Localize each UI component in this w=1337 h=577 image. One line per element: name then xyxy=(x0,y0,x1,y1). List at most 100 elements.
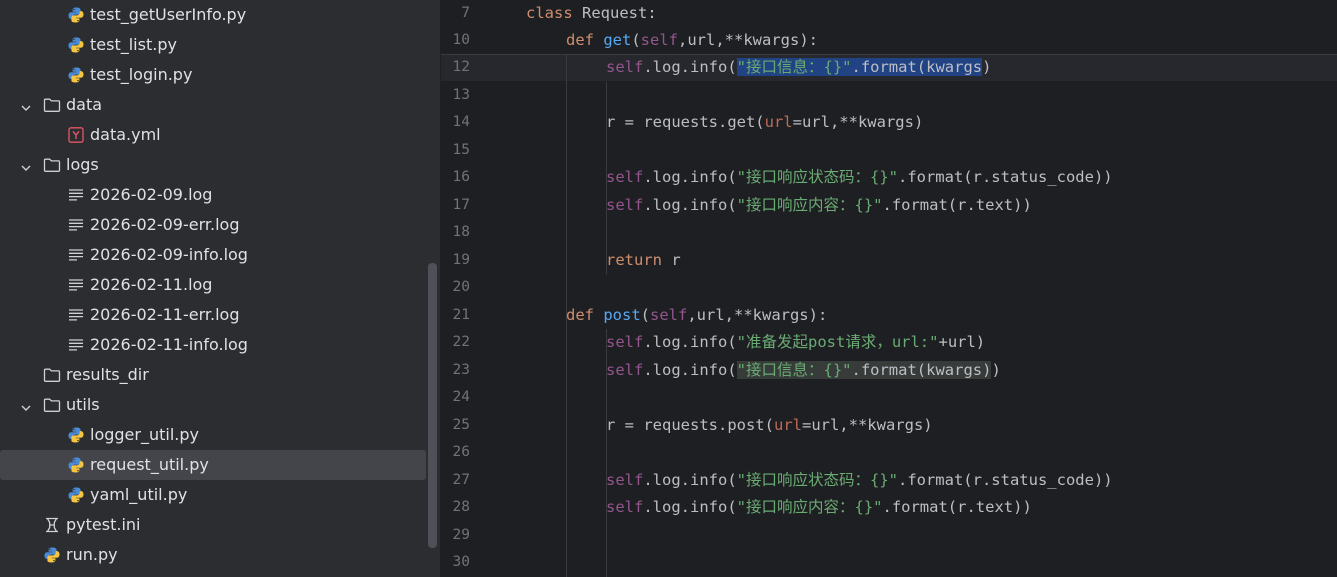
tree-file-data-yml[interactable]: data.yml xyxy=(0,120,426,150)
code-line[interactable]: 23 self.log.info("接口信息：{}".format(kwargs)… xyxy=(441,357,1337,384)
code-token: ( xyxy=(631,31,641,49)
tree-file-yaml-util-py[interactable]: yaml_util.py xyxy=(0,480,426,510)
code-token: =url,**kwargs) xyxy=(792,113,924,131)
tree-file-test-getuserinfo-py[interactable]: test_getUserInfo.py xyxy=(0,0,426,30)
line-number: 13 xyxy=(452,87,470,103)
line-number: 22 xyxy=(452,334,470,350)
code-line[interactable]: 26 xyxy=(441,439,1337,466)
tree-file-run-py[interactable]: run.py xyxy=(0,540,426,570)
code-editor[interactable]: 7 class Request: 10 def get(self,url,**kwar… xyxy=(441,0,1337,577)
tree-file-pytest-ini[interactable]: pytest.ini xyxy=(0,510,426,540)
code-token: def xyxy=(566,31,604,49)
line-number: 10 xyxy=(452,32,470,48)
code-token: ,url,**kwargs): xyxy=(687,306,828,324)
code-line[interactable]: 19 return r xyxy=(441,247,1337,274)
code-token: Request: xyxy=(582,4,657,22)
line-number: 30 xyxy=(452,554,470,570)
code-line[interactable]: 12 self.log.info("接口信息：{}".format(kwargs) xyxy=(441,54,1337,81)
code-token: r xyxy=(671,251,681,269)
indent-guide xyxy=(606,329,607,577)
tree-file-2026-02-09-log[interactable]: 2026-02-09.log xyxy=(0,180,426,210)
code-text: self.log.info("接口响应状态码：{}".format(r.stat… xyxy=(606,467,1113,494)
line-number: 14 xyxy=(452,114,470,130)
python-file-icon xyxy=(43,546,61,564)
code-line[interactable]: 10 def get(self,url,**kwargs): xyxy=(441,27,1337,54)
tree-item-label: 2026-02-11.log xyxy=(90,275,213,294)
code-text: self.log.info("接口响应内容：{}".format(r.text)… xyxy=(606,494,1032,521)
indent-guide xyxy=(606,82,607,274)
tree-file-2026-02-11-info-log[interactable]: 2026-02-11-info.log xyxy=(0,330,426,360)
code-line[interactable]: 21 def post(self,url,**kwargs): xyxy=(441,302,1337,329)
code-line[interactable]: 27 self.log.info("接口响应状态码：{}".format(r.st… xyxy=(441,467,1337,494)
tree-folder-logs[interactable]: logs xyxy=(0,150,426,180)
chevron-down-icon[interactable] xyxy=(20,159,32,171)
line-number: 18 xyxy=(452,224,470,240)
code-token: get xyxy=(603,31,632,49)
tree-item-label: run.py xyxy=(66,545,118,564)
code-token: self xyxy=(640,31,678,49)
tree-file-test-list-py[interactable]: test_list.py xyxy=(0,30,426,60)
code-line[interactable]: 14 r = requests.get(url=url,**kwargs) xyxy=(441,109,1337,136)
code-line[interactable]: 25 r = requests.post(url=url,**kwargs) xyxy=(441,412,1337,439)
line-number: 21 xyxy=(452,307,470,323)
tree-item-label: pytest.ini xyxy=(66,515,141,534)
chevron-down-icon[interactable] xyxy=(20,399,32,411)
code-token: self xyxy=(650,306,688,324)
tree-file-logger-util-py[interactable]: logger_util.py xyxy=(0,420,426,450)
code-token: self xyxy=(606,498,644,516)
code-token: self xyxy=(606,333,644,351)
python-file-icon xyxy=(67,36,85,54)
python-file-icon xyxy=(67,456,85,474)
tree-file-2026-02-11-err-log[interactable]: 2026-02-11-err.log xyxy=(0,300,426,330)
code-text: return r xyxy=(606,247,681,274)
code-line[interactable]: 17 self.log.info("接口响应内容：{}".format(r.tex… xyxy=(441,192,1337,219)
tree-item-label: data xyxy=(66,95,103,114)
code-token: ) xyxy=(982,58,992,76)
tree-file-2026-02-09-info-log[interactable]: 2026-02-09-info.log xyxy=(0,240,426,270)
code-text: self.log.info("接口信息：{}".format(kwargs) xyxy=(606,54,991,81)
tree-item-label: data.yml xyxy=(90,125,161,144)
code-token: .format(r.status_code)) xyxy=(897,471,1113,489)
code-token: self xyxy=(606,168,644,186)
code-line[interactable]: 28 self.log.info("接口响应内容：{}".format(r.tex… xyxy=(441,494,1337,521)
folder-icon xyxy=(43,366,61,384)
folder-icon xyxy=(43,396,61,414)
tree-folder-data[interactable]: data xyxy=(0,90,426,120)
tree-file-2026-02-09-err-log[interactable]: 2026-02-09-err.log xyxy=(0,210,426,240)
code-line[interactable]: 22 self.log.info("准备发起post请求，url:"+url) xyxy=(441,329,1337,356)
tree-item-label: test_list.py xyxy=(90,35,177,54)
tree-item-label: results_dir xyxy=(66,365,149,384)
code-line[interactable]: 30 xyxy=(441,549,1337,576)
tree-file-test-login-py[interactable]: test_login.py xyxy=(0,60,426,90)
line-number: 17 xyxy=(452,197,470,213)
code-line[interactable]: 7 class Request: xyxy=(441,0,1337,27)
indent-guide xyxy=(566,55,567,577)
project-tree-scrollbar[interactable] xyxy=(428,263,437,548)
log-file-icon xyxy=(67,186,85,204)
chevron-down-icon[interactable] xyxy=(20,99,32,111)
line-number: 15 xyxy=(452,142,470,158)
code-token: ,url,**kwargs): xyxy=(678,31,818,49)
code-line[interactable]: 18 xyxy=(441,219,1337,246)
tree-file-2026-02-11-log[interactable]: 2026-02-11.log xyxy=(0,270,426,300)
code-token: .log.info( xyxy=(643,361,737,379)
tree-item-label: 2026-02-11-err.log xyxy=(90,305,240,324)
line-number: 7 xyxy=(461,5,470,21)
log-file-icon xyxy=(67,306,85,324)
code-line[interactable]: 13 xyxy=(441,82,1337,109)
code-line[interactable]: 29 xyxy=(441,522,1337,549)
log-file-icon xyxy=(67,246,85,264)
folder-icon xyxy=(43,156,61,174)
tree-folder-utils[interactable]: utils xyxy=(0,390,426,420)
line-number: 24 xyxy=(452,389,470,405)
code-line[interactable]: 15 xyxy=(441,137,1337,164)
tree-file-request-util-py[interactable]: request_util.py xyxy=(0,450,426,480)
tree-folder-results-dir[interactable]: results_dir xyxy=(0,360,426,390)
code-line[interactable]: 24 xyxy=(441,384,1337,411)
code-text: self.log.info("接口响应内容：{}".format(r.text)… xyxy=(606,192,1032,219)
code-token: .format(kwargs) xyxy=(851,361,992,379)
code-line[interactable]: 16 self.log.info("接口响应状态码：{}".format(r.st… xyxy=(441,164,1337,191)
python-file-icon xyxy=(67,486,85,504)
code-line[interactable]: 20 xyxy=(441,274,1337,301)
code-token: .log.info( xyxy=(643,498,737,516)
